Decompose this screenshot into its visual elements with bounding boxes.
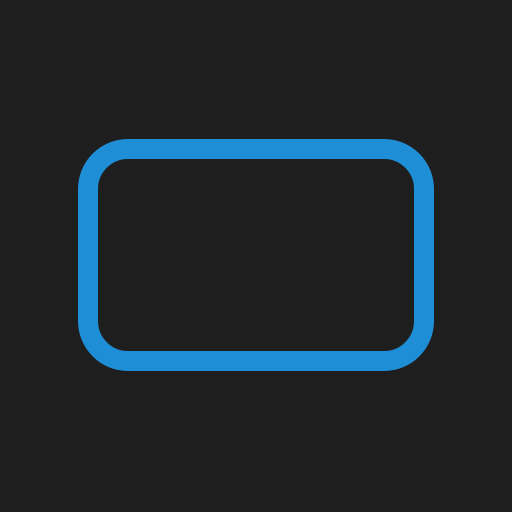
rounded-rectangle-icon	[78, 139, 434, 371]
rounded-rectangle-shape	[78, 139, 434, 371]
icon-canvas	[0, 0, 512, 512]
